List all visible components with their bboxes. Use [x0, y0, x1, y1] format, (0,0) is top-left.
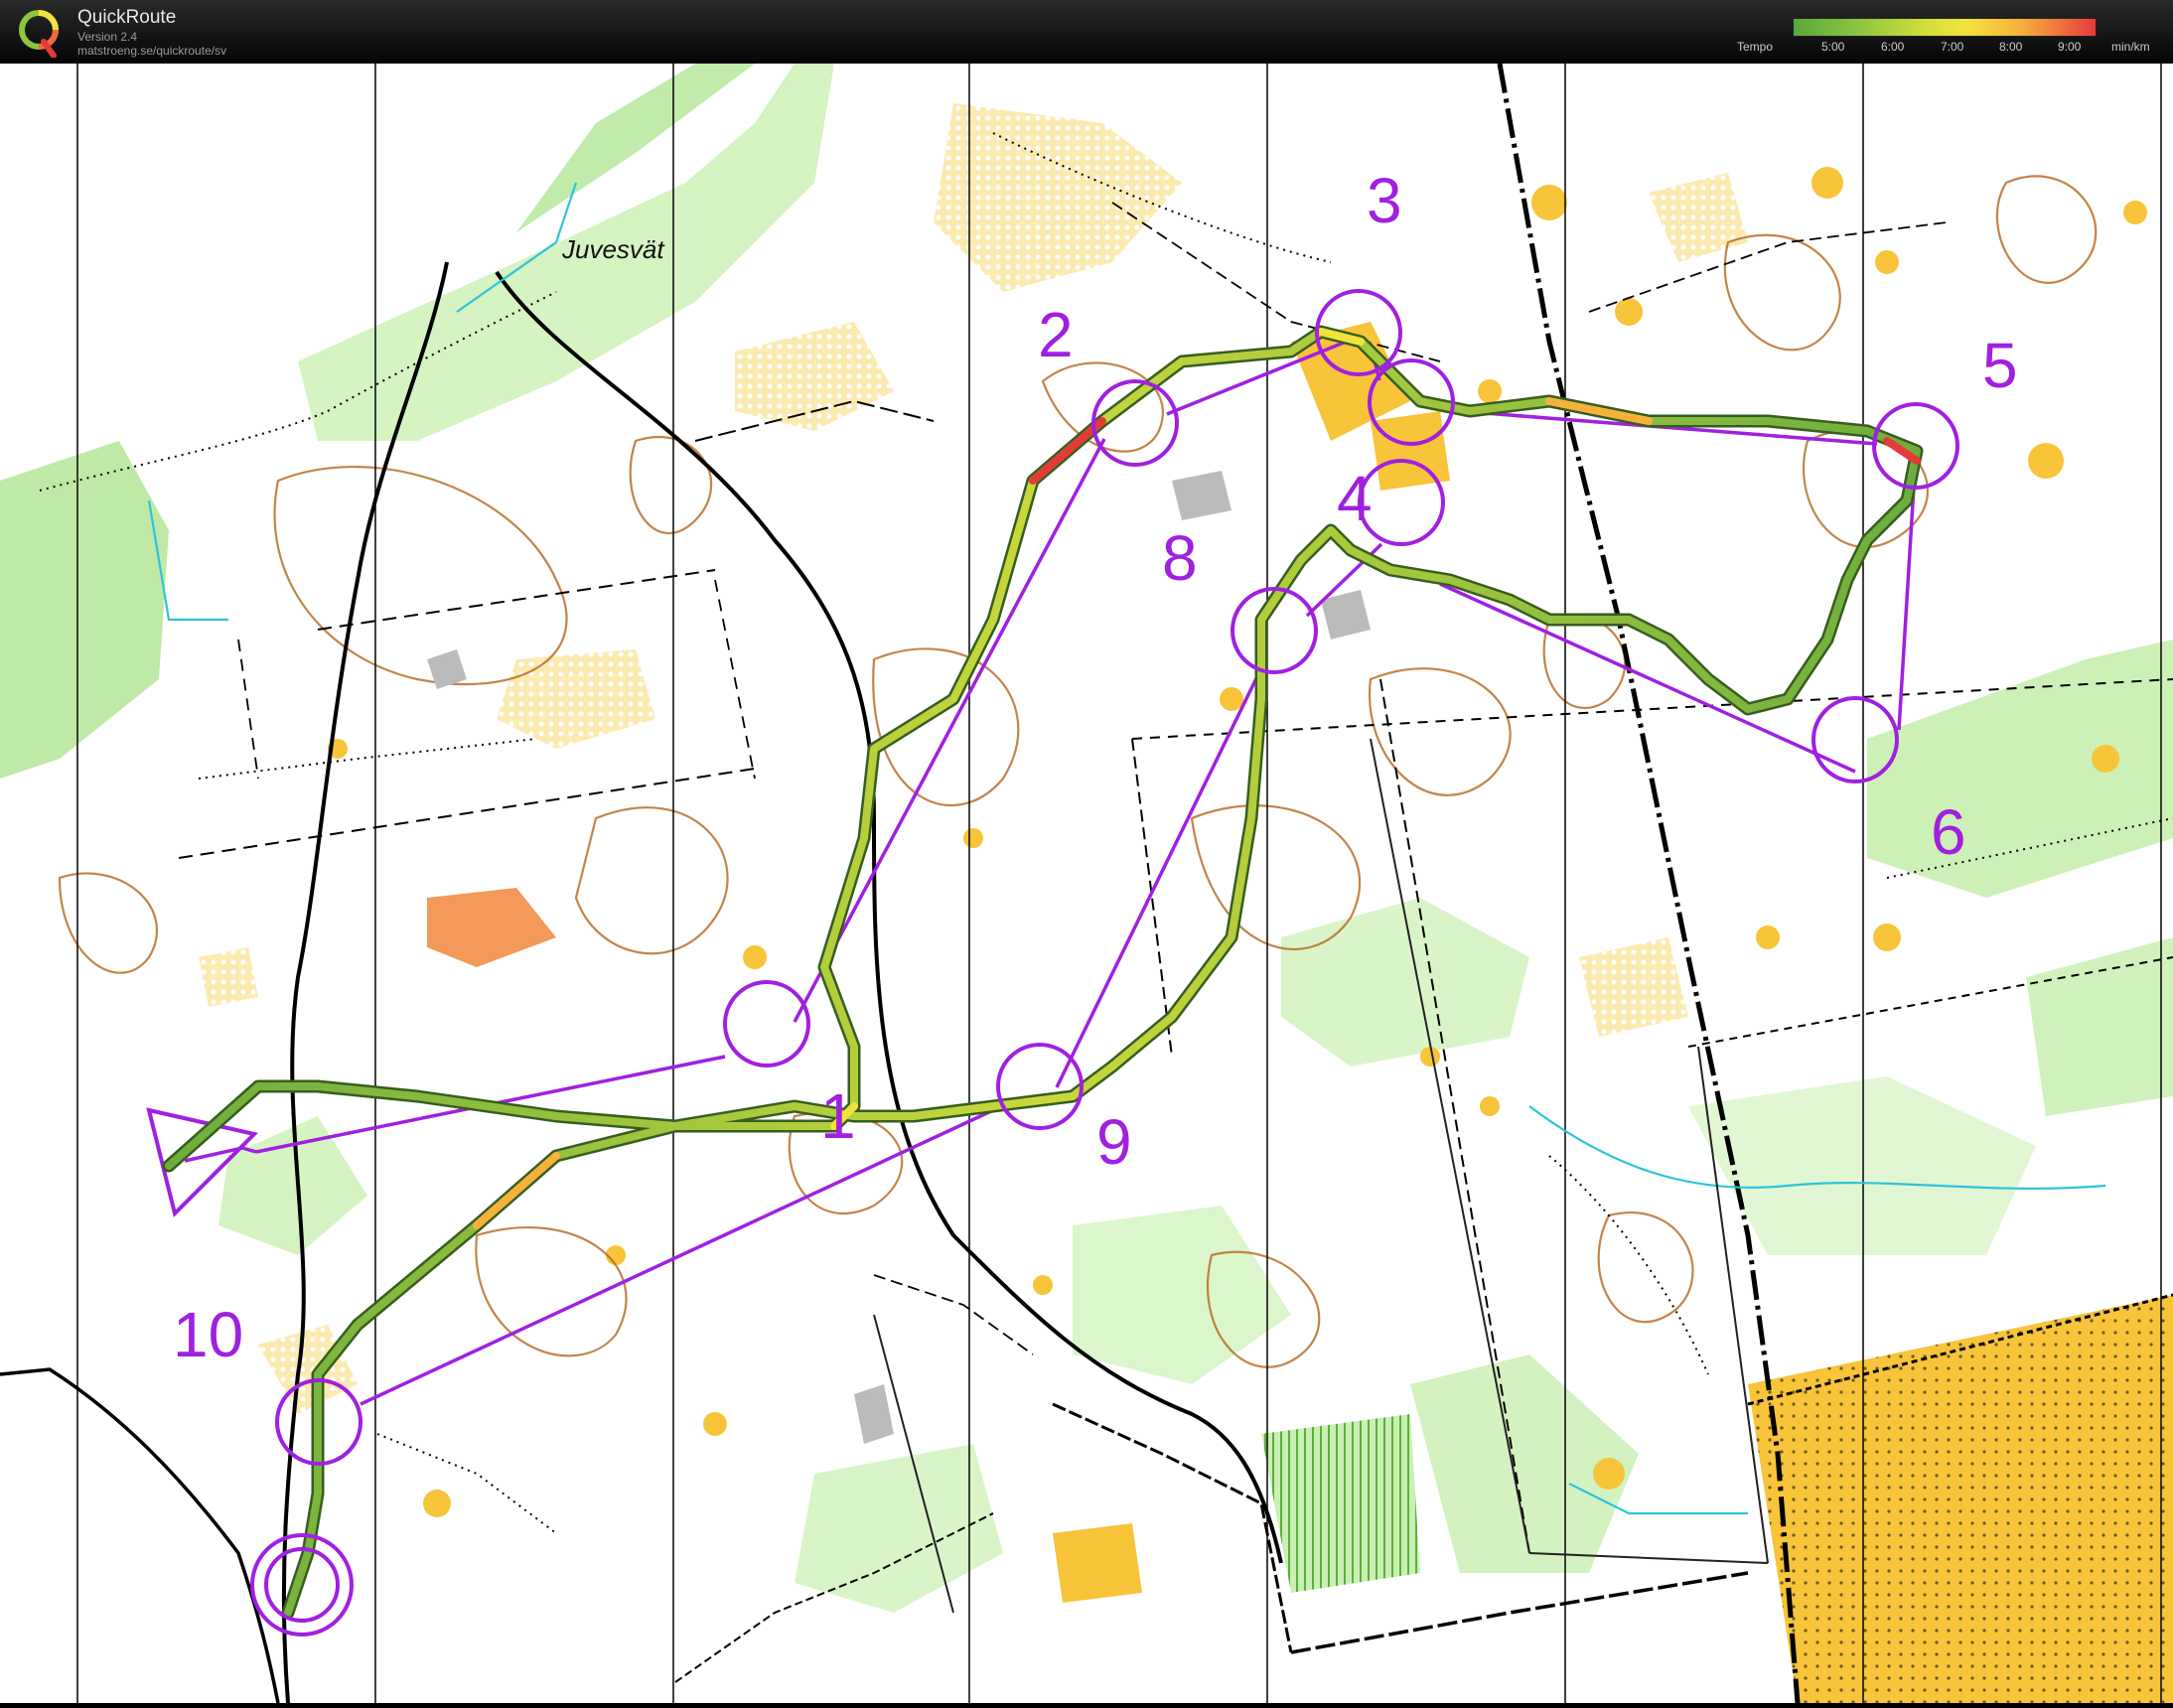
- control-number: 1: [820, 1080, 856, 1152]
- pace-legend-bar: [1793, 18, 2097, 37]
- legend-tick: 9:00: [2058, 40, 2082, 54]
- control-circle-9: [996, 1043, 1084, 1130]
- legend-unit: min/km: [2111, 40, 2150, 54]
- place-name: Juvesvät: [561, 234, 665, 264]
- quickroute-logo-icon: [19, 10, 59, 58]
- control-number: 6: [1931, 796, 1966, 868]
- orienteering-map[interactable]: 1 2 3 4 5 6 8 9 10 Juvesvät: [0, 63, 2173, 1704]
- legend-tick: 8:00: [1999, 40, 2023, 54]
- legend-tick: 6:00: [1881, 40, 1905, 54]
- control-number: 10: [173, 1299, 243, 1370]
- app-url[interactable]: matstroeng.se/quickroute/sv: [77, 44, 226, 58]
- app-title: QuickRoute: [77, 7, 177, 28]
- control-number: 4: [1337, 463, 1373, 534]
- legend-label: Tempo: [1737, 40, 1774, 54]
- map-canvas[interactable]: 1 2 3 4 5 6 8 9 10 Juvesvät: [0, 63, 2173, 1704]
- control-circles[interactable]: [250, 289, 1959, 1637]
- control-number: 9: [1096, 1106, 1132, 1178]
- control-circle-1: [723, 980, 810, 1068]
- title-bar: QuickRoute Version 2.4 matstroeng.se/qui…: [0, 0, 2173, 64]
- control-number: 8: [1162, 522, 1198, 594]
- app-version: Version 2.4: [77, 30, 138, 44]
- legend-tick: 5:00: [1821, 40, 1845, 54]
- control-number: 5: [1982, 330, 2018, 401]
- legend-tick: 7:00: [1941, 40, 1964, 54]
- control-number: 3: [1367, 165, 1402, 236]
- control-number: 2: [1038, 299, 1074, 370]
